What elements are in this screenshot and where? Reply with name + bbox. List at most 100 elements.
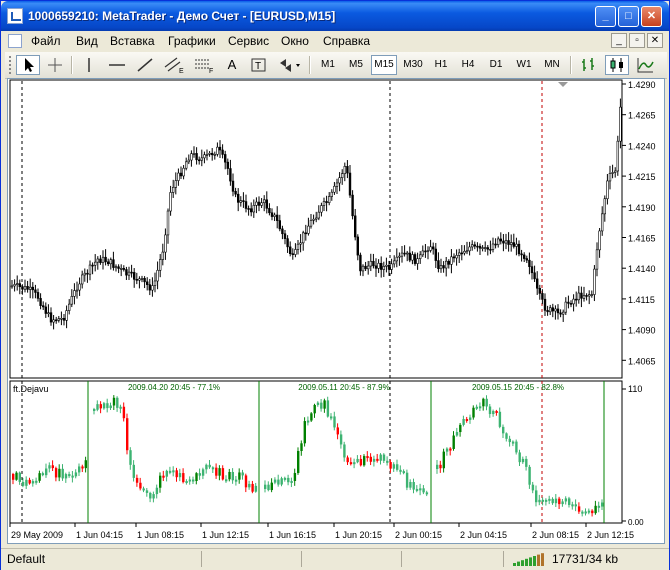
arrows-dropdown-button[interactable] [275, 55, 303, 75]
price-candle [130, 271, 133, 274]
equidistant-channel-button[interactable]: E [161, 55, 187, 75]
price-candle [281, 228, 284, 235]
title-bar[interactable]: 1000659210: MetaTrader - Демо Счет - [EU… [1, 1, 669, 31]
indicator-candle [372, 458, 376, 462]
price-candle [41, 305, 45, 308]
indicator-candle [581, 511, 584, 514]
price-candle [551, 307, 555, 312]
indicator-candle [541, 499, 544, 502]
price-candle [395, 256, 398, 262]
price-candle [491, 243, 495, 250]
app-icon[interactable] [7, 8, 23, 24]
price-candle [374, 265, 378, 269]
price-candle [460, 252, 463, 255]
indicator-candle [571, 504, 574, 507]
minimize-button[interactable]: _ [595, 6, 616, 27]
price-candle [62, 317, 66, 321]
indicator-candle [25, 479, 28, 486]
price-candle [322, 201, 326, 206]
connection-status-icon[interactable] [511, 552, 545, 567]
price-candle [426, 250, 430, 252]
mdi-minimize-button[interactable]: _ [611, 33, 627, 48]
price-candle [587, 294, 591, 297]
toolbar-grip[interactable] [9, 56, 14, 74]
horizontal-line-button[interactable] [105, 55, 129, 75]
document-icon[interactable] [8, 34, 22, 48]
mdi-close-button[interactable]: ✕ [647, 33, 663, 48]
price-candle [208, 152, 211, 155]
fibonacci-button[interactable]: F [191, 55, 217, 75]
indicator-scale-top-label: 110 [628, 384, 642, 394]
indicator-candle [109, 405, 112, 409]
indicator-candle [221, 468, 225, 480]
svg-text:F: F [209, 68, 213, 75]
cursor-tool-button[interactable] [16, 55, 40, 75]
vertical-line-button[interactable] [77, 55, 101, 75]
price-candle [450, 256, 453, 265]
vertical-line-icon [88, 58, 90, 72]
indicator-candle [587, 510, 591, 513]
indicator-candle [462, 419, 465, 425]
toolbar-separator [309, 56, 311, 74]
price-candle [190, 153, 193, 161]
indicator-candle [425, 492, 429, 495]
price-candle [346, 166, 349, 174]
timeframe-m5[interactable]: M5 [344, 55, 368, 75]
indicator-candle [485, 398, 488, 407]
timeframe-h4[interactable]: H4 [456, 55, 480, 75]
timeframe-mn[interactable]: MN [540, 55, 564, 75]
price-candle [260, 202, 263, 206]
mdi-restore-button[interactable]: ▫ [629, 33, 645, 48]
line-chart-icon [637, 58, 654, 73]
price-candle [504, 240, 508, 244]
price-candle [288, 246, 292, 254]
chart-window[interactable]: 1.4290 1.4265 1.4240 1.4215 1.4190 1.4165 1.41… [7, 78, 665, 544]
menu-insert[interactable]: Вставка [110, 34, 155, 48]
indicator-candle [561, 501, 564, 505]
price-candle [23, 286, 27, 290]
bar-chart-button[interactable] [577, 55, 601, 75]
candlestick-chart-button[interactable] [605, 55, 629, 75]
crosshair-tool-button[interactable] [43, 55, 67, 75]
price-candle [309, 220, 313, 227]
price-candle [275, 214, 279, 221]
text-tool-button[interactable]: A [221, 55, 243, 75]
price-candle [382, 266, 385, 270]
trendline-button[interactable] [133, 55, 157, 75]
maximize-button[interactable]: □ [618, 6, 639, 27]
menu-tools[interactable]: Сервис [228, 34, 269, 48]
price-candle [574, 298, 578, 301]
menu-help[interactable]: Справка [323, 34, 370, 48]
line-chart-button[interactable] [633, 55, 657, 75]
indicator-candle [116, 397, 119, 408]
indicator-candle [544, 499, 548, 502]
chart-canvas[interactable]: 1.4290 1.4265 1.4240 1.4215 1.4190 1.4165 1.41… [8, 79, 664, 543]
indicator-candle [389, 462, 392, 469]
channel-icon: E [164, 57, 184, 75]
price-candle [161, 251, 164, 260]
close-button[interactable]: ✕ [641, 6, 662, 27]
menu-file[interactable]: Файл [31, 34, 61, 48]
status-profile[interactable]: Default [7, 552, 45, 566]
price-candle [10, 285, 14, 288]
indicator-candle [119, 406, 122, 409]
menu-window[interactable]: Окно [281, 34, 309, 48]
timeframe-w1[interactable]: W1 [512, 55, 536, 75]
price-candle [224, 154, 227, 163]
price-candle [231, 180, 235, 192]
indicator-candle [405, 472, 409, 488]
timeframe-d1[interactable]: D1 [484, 55, 508, 75]
menu-charts[interactable]: Графики [168, 34, 216, 48]
timeframe-m1[interactable]: M1 [316, 55, 340, 75]
connection-bar [521, 560, 524, 566]
timeframe-m15[interactable]: M15 [371, 55, 397, 75]
text-label-button[interactable]: T [247, 55, 271, 75]
price-level-label: 1.4215 [628, 172, 656, 182]
price-candle [312, 218, 315, 221]
menu-view[interactable]: Вид [76, 34, 98, 48]
timeframe-h1[interactable]: H1 [429, 55, 453, 75]
indicator-candle [505, 433, 508, 439]
timeframe-m30[interactable]: M30 [400, 55, 426, 75]
indicator-candle [469, 417, 472, 420]
price-candle [538, 287, 542, 294]
